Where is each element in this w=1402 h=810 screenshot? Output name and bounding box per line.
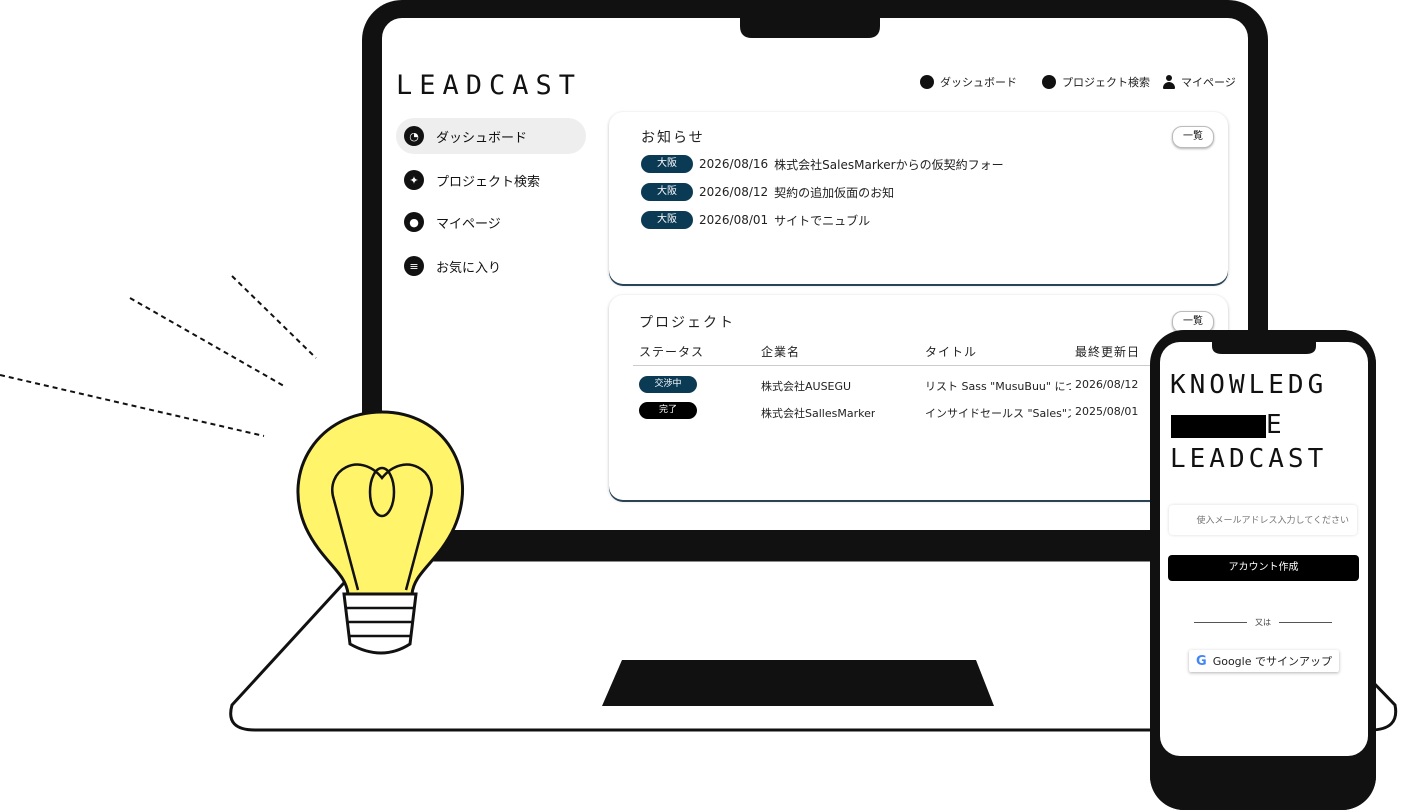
clock-icon: ◔ [404, 126, 424, 146]
projects-view-all-button[interactable]: 一覧 [1172, 311, 1214, 333]
date-cell: 2025/08/01 [1075, 405, 1139, 418]
redaction-bar [1171, 415, 1266, 438]
date-cell: 2026/08/12 [1075, 378, 1139, 391]
news-card: お知らせ 一覧 大阪 2026/08/16 株式会社SalesMarkerからの… [609, 112, 1228, 284]
news-item[interactable]: 大阪 2026/08/16 株式会社SalesMarkerからの仮契約フォー [641, 155, 1004, 173]
divider-line [1194, 622, 1247, 623]
news-tag: 大阪 [641, 211, 693, 229]
news-text: 契約の追加仮面のお知 [774, 185, 895, 200]
table-divider [633, 365, 1168, 366]
company-cell: 株式会社SallesMarker [761, 407, 876, 420]
title-cell: リスト Sass "MusuBuu" につ [925, 380, 1071, 393]
user-icon: ● [404, 212, 424, 232]
sidebar-item-favorites[interactable]: ≡ お気に入り [396, 248, 586, 284]
news-view-all-button[interactable]: 一覧 [1172, 126, 1214, 148]
or-label: 又は [1255, 618, 1271, 627]
projects-title: プロジェクト [639, 315, 735, 331]
dashboard-icon [920, 75, 934, 89]
user-icon [1163, 75, 1175, 89]
sidebar-item-mypage[interactable]: ● マイページ [396, 204, 586, 240]
phone-logo-line3: LEADCAST [1170, 444, 1328, 474]
sidebar-item-project-search[interactable]: ✦ プロジェクト検索 [396, 162, 586, 198]
sidebar-item-label: マイページ [436, 216, 501, 232]
phone-logo-line1: KNOWLEDG [1170, 370, 1328, 400]
projects-card: プロジェクト 一覧 ステータス 企業名 タイトル 最終更新日 交渉中 株式会社A… [609, 295, 1228, 500]
news-item[interactable]: 大阪 2026/08/01 サイトでニュブル [641, 211, 870, 229]
email-field[interactable] [1169, 505, 1357, 535]
camera-notch [740, 14, 880, 38]
list-icon: ≡ [404, 256, 424, 276]
status-badge: 交渉中 [639, 376, 697, 393]
light-rays [0, 275, 317, 437]
news-tag: 大阪 [641, 183, 693, 201]
news-text: 株式会社SalesMarkerからの仮契約フォー [774, 157, 1004, 172]
trackpad [602, 660, 994, 706]
status-badge: 完了 [639, 402, 697, 419]
create-account-button[interactable]: アカウント作成 [1168, 555, 1359, 581]
topnav-project-search-label: プロジェクト検索 [1062, 76, 1150, 89]
title-cell: インサイドセールス "Sales"ズ [925, 407, 1071, 420]
or-divider: 又は [1194, 617, 1332, 628]
topnav-dashboard[interactable]: ダッシュボード [920, 74, 1017, 90]
ray-line [0, 374, 265, 437]
sidebar-item-dashboard[interactable]: ◔ ダッシュボード [396, 118, 586, 154]
topnav-mypage-label: マイページ [1181, 76, 1236, 89]
sidebar-item-label: プロジェクト検索 [436, 174, 541, 190]
topnav-project-search[interactable]: プロジェクト検索 [1042, 74, 1150, 90]
ray-line [231, 275, 317, 359]
topnav-mypage[interactable]: マイページ [1163, 74, 1236, 90]
sidebar-item-label: お気に入り [436, 260, 502, 276]
sidebar-item-label: ダッシュボード [436, 130, 528, 146]
column-header-date[interactable]: 最終更新日 [1075, 343, 1140, 360]
google-signup-button[interactable]: G Google でサインアップ [1189, 650, 1339, 672]
google-icon: G [1196, 653, 1207, 669]
topnav-dashboard-label: ダッシュボード [940, 76, 1017, 89]
phone-logo-line2: E [1266, 410, 1286, 440]
news-text: サイトでニュブル [774, 213, 871, 228]
news-title: お知らせ [641, 130, 705, 146]
google-signup-label: Google でサインアップ [1212, 655, 1332, 668]
runner-icon: ✦ [404, 170, 424, 190]
news-date: 2026/08/12 [699, 185, 769, 199]
news-tag: 大阪 [641, 155, 693, 173]
ray-line [129, 297, 285, 387]
news-date: 2026/08/01 [699, 213, 769, 227]
column-header-title[interactable]: タイトル [925, 343, 977, 360]
company-cell: 株式会社AUSEGU [761, 380, 852, 393]
news-date: 2026/08/16 [699, 157, 769, 171]
column-header-status[interactable]: ステータス [639, 343, 704, 360]
bulb-base [342, 592, 418, 655]
divider-line [1279, 622, 1332, 623]
heart-icon [1042, 75, 1056, 89]
app-logo[interactable]: LEADCAST [396, 70, 582, 101]
news-item[interactable]: 大阪 2026/08/12 契約の追加仮面のお知 [641, 183, 894, 201]
column-header-company[interactable]: 企業名 [761, 343, 800, 360]
